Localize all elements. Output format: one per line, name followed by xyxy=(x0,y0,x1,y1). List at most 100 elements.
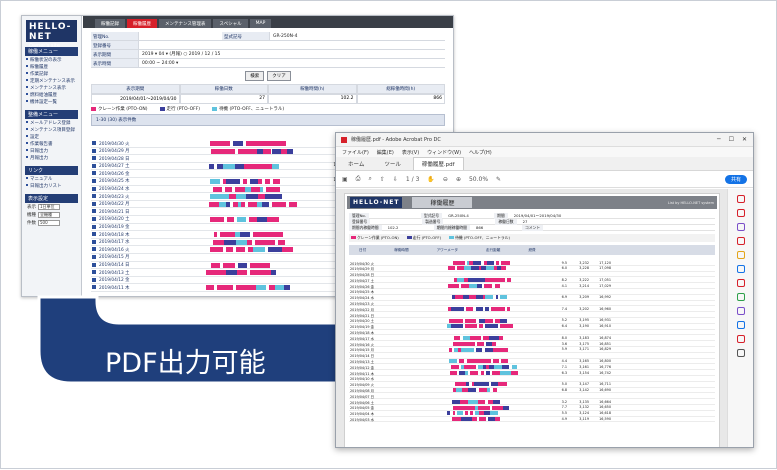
activity-segment xyxy=(482,417,486,422)
activity-segment xyxy=(494,283,500,288)
pdf-row-values: 8.0 3,183 16,874 xyxy=(545,336,611,340)
activity-segment xyxy=(458,306,465,311)
activity-segment xyxy=(494,417,501,422)
pdf-row-value: 16,874 xyxy=(599,335,611,340)
activity-segment xyxy=(465,347,474,352)
page-table-header: 日付 稼働時間 アワーメータ 走行距離 燃費 xyxy=(349,245,715,255)
pdf-row-date: 2019/04/07 日 xyxy=(350,394,375,399)
column-header: 稼働時間 xyxy=(394,247,409,252)
maximize-icon[interactable]: ☐ xyxy=(729,136,734,143)
activity-segment xyxy=(456,411,463,416)
page-legend: クレーン作業 (PTO-ON) 走行 (PTO-OFF) 待機 (PTO-OFF、ニ… xyxy=(349,234,715,242)
menu-item[interactable]: ファイル(F) xyxy=(342,149,369,156)
page-current: 1 xyxy=(405,175,410,183)
pdf-row-value: 3,154 xyxy=(579,370,589,375)
page-indicator[interactable]: 1 / 3 xyxy=(406,176,420,183)
page-meta: List by HELLO-NET system xyxy=(667,200,714,205)
activity-segment xyxy=(470,266,479,271)
next-page-icon[interactable]: ⇩ xyxy=(393,176,398,183)
pdf-row-values: 5.2 3,195 16,931 xyxy=(545,318,611,322)
pdf-tab[interactable]: ホーム xyxy=(340,158,372,170)
pdf-row-value: 16,650 xyxy=(599,405,611,410)
pdf-tab[interactable]: ツール xyxy=(376,158,409,170)
pdf-row-value: 17,029 xyxy=(599,283,611,288)
canvas: HELLO-NET Owner's site 稼働メニュー 稼働状況の表示 稼働履歴作… xyxy=(0,0,777,469)
pdf-row-value: 16,829 xyxy=(599,347,611,352)
activity-segment xyxy=(502,405,509,410)
menu-item[interactable]: 表示(V) xyxy=(402,149,419,156)
save-icon[interactable]: ▣ xyxy=(342,176,348,183)
pdf-row-value: 16,711 xyxy=(599,382,611,387)
minimize-icon[interactable]: ─ xyxy=(717,136,721,143)
window-controls: ─ ☐ ✕ xyxy=(717,136,753,143)
pdf-row-value: 16,742 xyxy=(599,370,611,375)
pdf-row-values: 3.2 3,135 16,664 xyxy=(545,400,611,404)
pdf-window-title: 稼働履歴.pdf - Adobe Acrobat Pro DC xyxy=(351,137,441,143)
activity-segment xyxy=(463,364,471,369)
tool-icon[interactable] xyxy=(736,251,745,259)
print-icon[interactable]: ⎙ xyxy=(356,175,361,183)
zoom-out-icon[interactable]: ⊖ xyxy=(443,176,448,183)
pdf-row-value: 3,119 xyxy=(579,417,589,422)
pdf-row-date: 2019/04/17 水 xyxy=(350,336,375,341)
activity-segment xyxy=(476,260,482,265)
pdf-row-value: 5.0 xyxy=(561,382,567,387)
pdf-row-date: 2019/04/27 土 xyxy=(350,278,375,283)
hand-tool-icon[interactable]: ✋ xyxy=(427,176,434,183)
pdf-activity-timeline xyxy=(427,370,535,375)
share-button[interactable]: 共有 xyxy=(724,174,747,184)
pdf-row-value: 16,931 xyxy=(599,318,611,323)
tool-icon[interactable] xyxy=(736,307,745,315)
pdf-row-value: 9.5 xyxy=(561,260,567,265)
tool-icon[interactable] xyxy=(736,223,745,231)
pdf-row-date: 2019/04/23 火 xyxy=(350,302,375,307)
activity-segment xyxy=(455,295,464,300)
pdf-row-values: 6.9 3,209 16,992 xyxy=(545,295,611,299)
pdf-row-value: 3,195 xyxy=(579,318,589,323)
pdf-row-values xyxy=(545,313,611,317)
pdf-row-date: 2019/04/20 土 xyxy=(350,319,375,324)
legend-item: 走行 (PTO-OFF) xyxy=(406,235,441,241)
tool-icon[interactable] xyxy=(736,237,745,245)
tool-icon[interactable] xyxy=(736,195,745,203)
pdf-row-date: 2019/04/08 月 xyxy=(350,389,375,394)
pdf-row-value: 6.9 xyxy=(561,295,567,300)
pdf-row-date: 2019/04/11 木 xyxy=(350,371,375,376)
menu-item[interactable]: ウィンドウ(W) xyxy=(427,149,461,156)
activity-segment xyxy=(500,295,507,300)
activity-segment xyxy=(486,388,491,393)
comment-icon[interactable]: ✎ xyxy=(496,176,501,183)
activity-segment xyxy=(486,260,495,265)
tool-icon[interactable] xyxy=(736,209,745,217)
activity-segment xyxy=(496,260,499,265)
pdf-tab[interactable]: 稼働履歴.pdf xyxy=(412,157,464,170)
search-icon[interactable]: ⌕ xyxy=(368,175,371,183)
pdf-activity-timeline xyxy=(427,306,535,311)
pdf-row-value: 8.0 xyxy=(561,335,567,340)
pdf-row-value: 3,161 xyxy=(579,364,589,369)
tool-icon[interactable] xyxy=(736,321,745,329)
activity-segment xyxy=(482,405,491,410)
tool-icon[interactable] xyxy=(736,293,745,301)
activity-segment xyxy=(464,417,472,422)
activity-segment xyxy=(468,388,477,393)
zoom-in-icon[interactable]: ⊕ xyxy=(456,176,461,183)
tool-icon[interactable] xyxy=(736,335,745,343)
tool-icon[interactable] xyxy=(736,265,745,273)
pdf-row-value: 8.2 xyxy=(561,277,567,282)
tool-icon[interactable] xyxy=(736,279,745,287)
zoom-level[interactable]: 50.0% xyxy=(469,176,488,183)
pdf-row-value: 5.9 xyxy=(561,347,567,352)
pdf-row-date: 2019/04/13 土 xyxy=(350,360,375,365)
activity-segment xyxy=(491,324,499,329)
tool-icon[interactable] xyxy=(736,349,745,357)
activity-segment xyxy=(451,324,460,329)
pdf-tabbar: ホーム ツール 稼働履歴.pdf xyxy=(336,157,753,171)
activity-segment xyxy=(458,341,466,346)
pdf-activity-timeline xyxy=(427,318,535,323)
menu-item[interactable]: 編集(E) xyxy=(377,149,394,156)
pdf-row-value: 7.1 xyxy=(561,364,567,369)
prev-page-icon[interactable]: ⇧ xyxy=(380,176,385,183)
close-icon[interactable]: ✕ xyxy=(742,136,747,143)
menu-item[interactable]: ヘルプ(H) xyxy=(469,149,492,156)
